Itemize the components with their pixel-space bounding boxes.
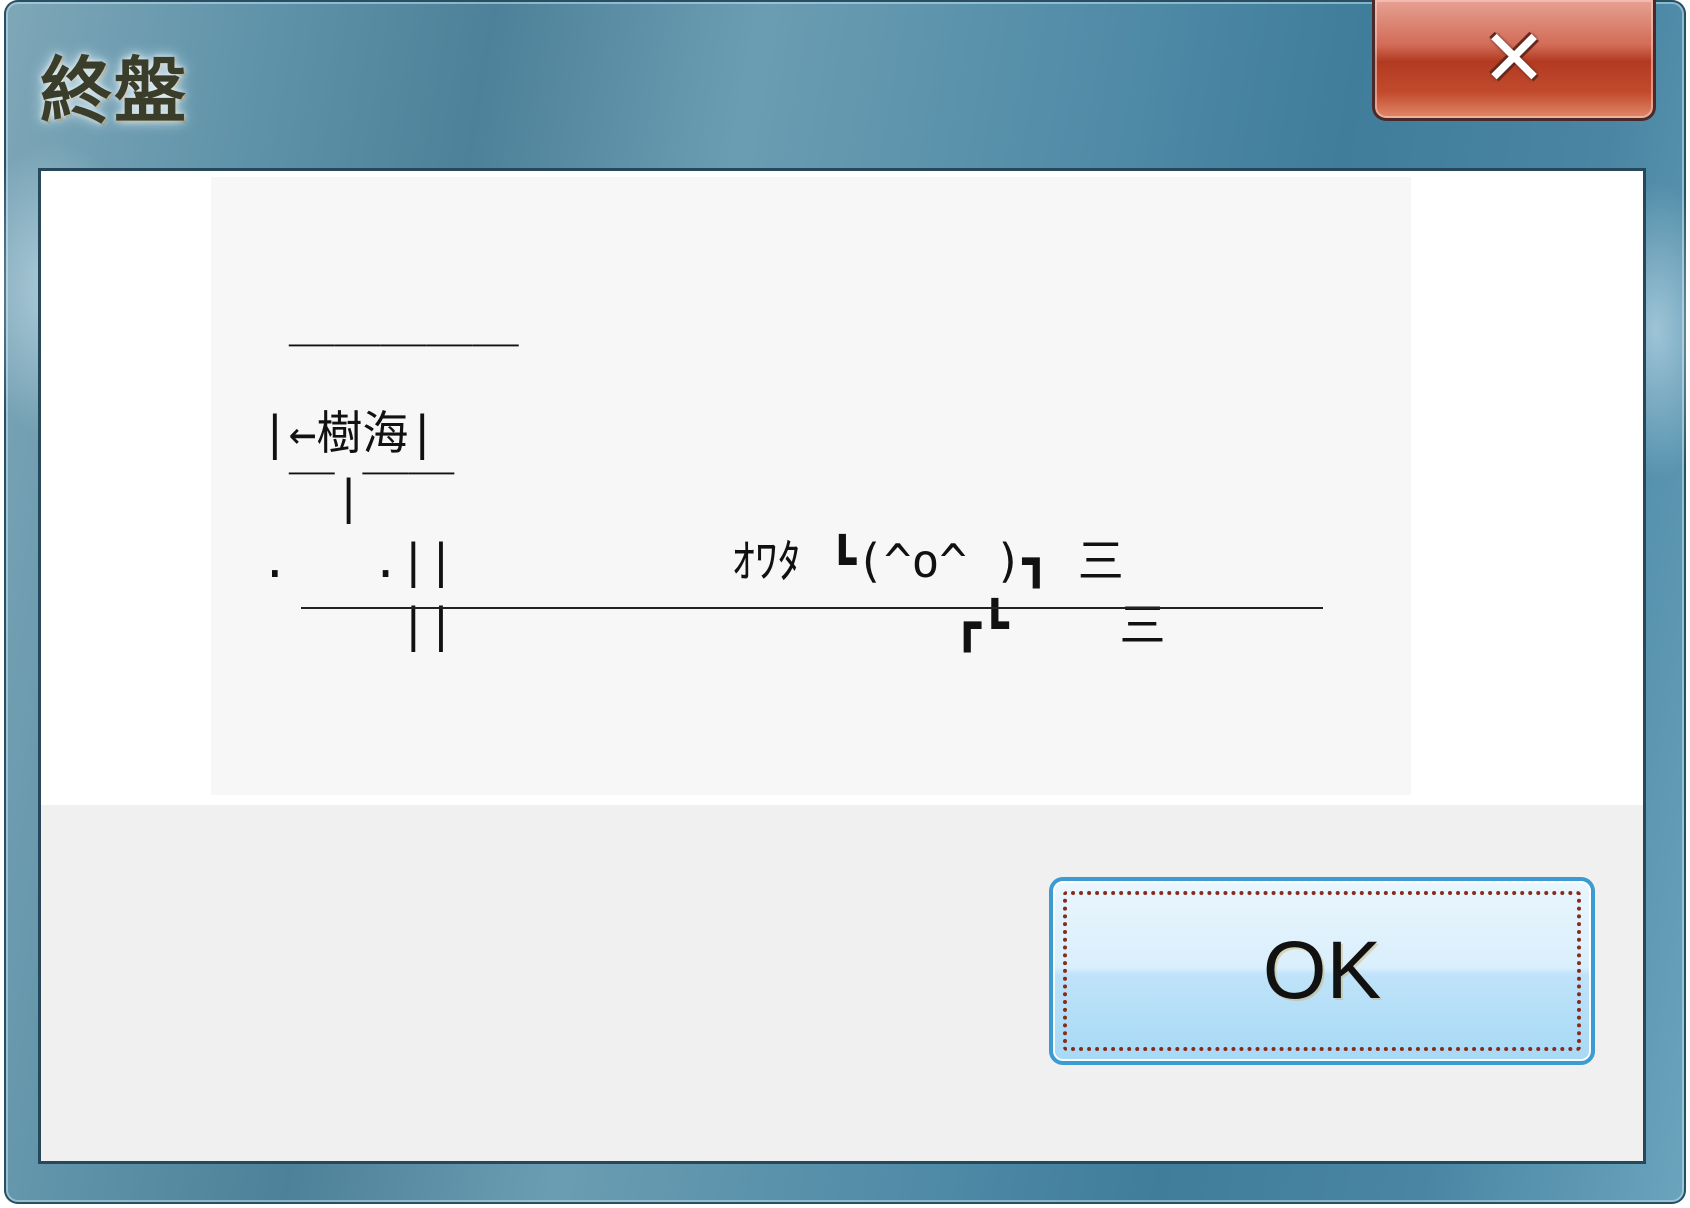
ascii-art-panel: ￣￣￣￣￣ |←樹海| ￣|￣￣ . .|| ｵﾜﾀ ┗(^o^ )┓ 三 ||… xyxy=(211,177,1411,795)
close-icon: ✕ xyxy=(1481,14,1547,104)
message-area: ￣￣￣￣￣ |←樹海| ￣|￣￣ . .|| ｵﾜﾀ ┗(^o^ )┓ 三 ||… xyxy=(41,171,1643,805)
dialog-window: 終盤 ✕ ￣￣￣￣￣ |←樹海| ￣|￣￣ . .|| ｵﾜﾀ ┗(^o^ )┓… xyxy=(4,0,1686,1204)
close-button[interactable]: ✕ xyxy=(1372,0,1656,121)
window-title: 終盤 xyxy=(40,48,189,133)
ascii-art-message: ￣￣￣￣￣ |←樹海| ￣|￣￣ . .|| ｵﾜﾀ ┗(^o^ )┓ 三 ||… xyxy=(261,342,1166,652)
ok-button-label: OK xyxy=(1262,925,1382,1016)
dialog-client-area: ￣￣￣￣￣ |←樹海| ￣|￣￣ . .|| ｵﾜﾀ ┗(^o^ )┓ 三 ||… xyxy=(38,168,1646,1164)
ok-button[interactable]: OK xyxy=(1049,877,1595,1065)
ground-line xyxy=(301,607,1323,609)
